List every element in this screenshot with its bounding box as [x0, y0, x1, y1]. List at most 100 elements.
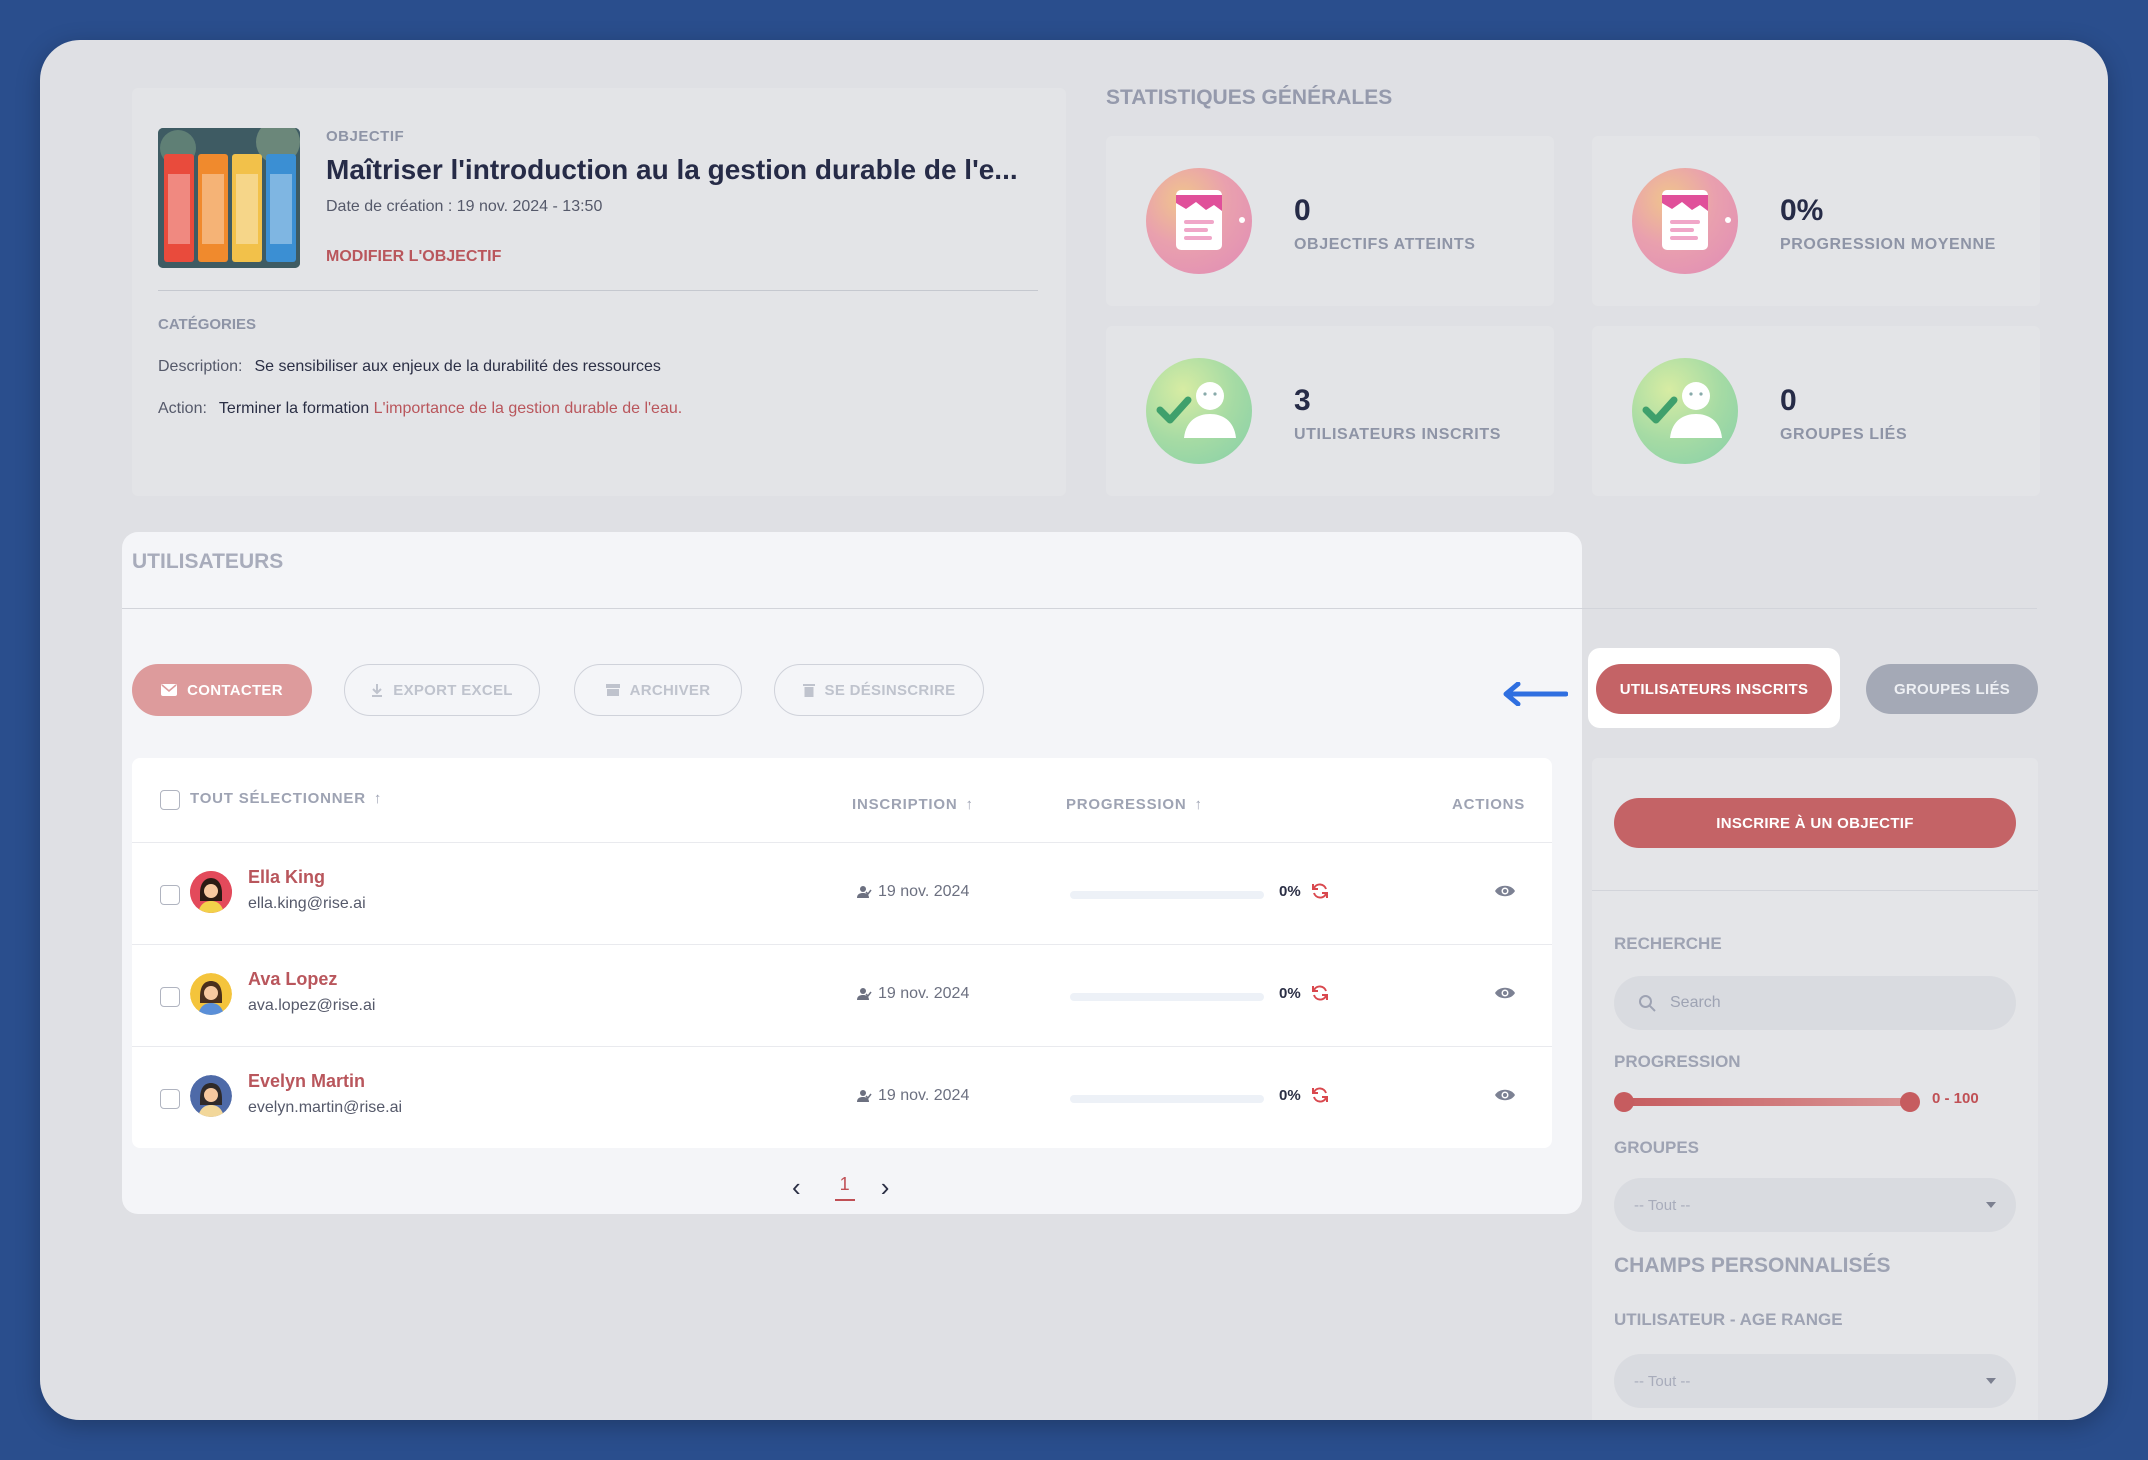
- refresh-icon[interactable]: [1310, 983, 1330, 1003]
- column-progression[interactable]: PROGRESSION ↑: [1066, 796, 1203, 813]
- user-check-icon: [1146, 358, 1252, 464]
- edit-objective-link[interactable]: MODIFIER L'OBJECTIF: [326, 248, 501, 266]
- tab-linked-groups[interactable]: GROUPES LIÉS: [1866, 664, 2038, 714]
- sort-arrow-icon: ↑: [965, 796, 974, 813]
- progression-filter-label: PROGRESSION: [1614, 1052, 1741, 1071]
- stats-title: STATISTIQUES GÉNÉRALES: [1106, 86, 1393, 109]
- unsubscribe-label: SE DÉSINSCRIRE: [824, 681, 956, 699]
- avatar: [190, 871, 232, 913]
- avatar: [190, 973, 232, 1015]
- unsubscribe-button[interactable]: SE DÉSINSCRIRE: [774, 664, 984, 716]
- trash-icon: [802, 684, 815, 697]
- filter-sidebar: INSCRIRE À UN OBJECTIF RECHERCHE Search …: [1592, 758, 2038, 1420]
- column-select-all[interactable]: TOUT SÉLECTIONNER ↑: [190, 790, 382, 807]
- tab-enrolled-users[interactable]: UTILISATEURS INSCRITS: [1596, 664, 1832, 714]
- user-email: ava.lopez@rise.ai: [248, 997, 376, 1014]
- table-row: Ella King ella.king@rise.ai 19 nov. 2024…: [132, 842, 1552, 944]
- action-label: Action:: [158, 400, 207, 417]
- column-inscription[interactable]: INSCRIPTION ↑: [852, 796, 974, 813]
- annotation-arrow-icon: [1503, 682, 1568, 706]
- column-inscription-label: INSCRIPTION: [852, 796, 958, 813]
- user-name-link[interactable]: Evelyn Martin: [248, 1071, 365, 1092]
- clipboard-icon: [1146, 168, 1252, 274]
- next-page-icon[interactable]: ›: [881, 1172, 890, 1203]
- column-progression-label: PROGRESSION: [1066, 796, 1187, 813]
- archive-icon: [605, 684, 620, 696]
- user-enroll-icon: [857, 886, 872, 898]
- row-checkbox[interactable]: [160, 1089, 180, 1109]
- objective-card: OBJECTIF Maîtriser l'introduction au la …: [132, 88, 1066, 496]
- user-check-icon: [1632, 358, 1738, 464]
- row-checkbox[interactable]: [160, 885, 180, 905]
- stat-value: 0: [1780, 384, 1797, 417]
- action-value: Terminer la formation: [218, 400, 370, 417]
- envelope-icon: [161, 684, 178, 696]
- groups-select[interactable]: -- Tout --: [1614, 1178, 2016, 1232]
- divider: [122, 608, 2037, 609]
- eye-icon[interactable]: [1494, 1087, 1516, 1103]
- clipboard-icon: [1632, 168, 1738, 274]
- stat-label: PROGRESSION MOYENNE: [1780, 236, 1996, 253]
- progress-bar: [1070, 993, 1264, 1001]
- progression-range-slider[interactable]: [1614, 1092, 1920, 1112]
- select-all-checkbox[interactable]: [160, 790, 180, 810]
- eye-icon[interactable]: [1494, 883, 1516, 899]
- sort-arrow-icon: ↑: [1194, 796, 1203, 813]
- age-range-select[interactable]: -- Tout --: [1614, 1354, 2016, 1408]
- export-label: EXPORT EXCEL: [393, 681, 513, 699]
- page-number-current[interactable]: 1: [834, 1174, 855, 1201]
- user-enroll-icon: [857, 1090, 872, 1102]
- stat-card-objectives-reached: 0 OBJECTIFS ATTEINTS: [1106, 136, 1554, 306]
- age-range-label: UTILISATEUR - AGE RANGE: [1614, 1310, 1843, 1329]
- search-label: RECHERCHE: [1614, 934, 1722, 953]
- description-label: Description:: [158, 358, 243, 375]
- custom-fields-title: CHAMPS PERSONNALISÉS: [1614, 1254, 1891, 1277]
- tab-linked-groups-label: GROUPES LIÉS: [1893, 680, 2011, 698]
- groups-filter-label: GROUPES: [1614, 1138, 1700, 1157]
- range-min-handle[interactable]: [1614, 1092, 1634, 1112]
- contact-button[interactable]: CONTACTER: [132, 664, 312, 716]
- tab-enrolled-users-label: UTILISATEURS INSCRITS: [1619, 680, 1809, 698]
- user-name-link[interactable]: Ella King: [248, 867, 325, 888]
- archive-button[interactable]: ARCHIVER: [574, 664, 742, 716]
- action-row: Action: Terminer la formation L'importanc…: [158, 400, 682, 418]
- categories-title: CATÉGORIES: [158, 316, 257, 333]
- objective-date: Date de création : 19 nov. 2024 - 13:50: [326, 198, 603, 215]
- stat-card-average-progress: 0% PROGRESSION MOYENNE: [1592, 136, 2040, 306]
- column-actions: ACTIONS: [1452, 796, 1525, 813]
- objective-title: Maîtriser l'introduction au la gestion d…: [326, 154, 1018, 185]
- action-course-link[interactable]: L'importance de la gestion durable de l'…: [374, 400, 683, 417]
- users-title: UTILISATEURS: [132, 550, 284, 573]
- inscription-date-text: 19 nov. 2024: [878, 883, 970, 900]
- eye-icon[interactable]: [1494, 985, 1516, 1001]
- enroll-objective-button[interactable]: INSCRIRE À UN OBJECTIF: [1614, 798, 2016, 848]
- divider: [158, 290, 1038, 291]
- search-placeholder: Search: [1670, 994, 1721, 1011]
- select-all-label: TOUT SÉLECTIONNER: [190, 790, 366, 807]
- user-email: ella.king@rise.ai: [248, 895, 366, 912]
- table-row: Evelyn Martin evelyn.martin@rise.ai 19 n…: [132, 1046, 1552, 1148]
- inscription-date: 19 nov. 2024: [856, 985, 969, 1003]
- refresh-icon[interactable]: [1310, 1085, 1330, 1105]
- prev-page-icon[interactable]: ‹: [792, 1172, 801, 1203]
- enroll-objective-label: INSCRIRE À UN OBJECTIF: [1716, 814, 1914, 832]
- avatar: [190, 1075, 232, 1117]
- search-input[interactable]: Search: [1614, 976, 2016, 1030]
- range-max-handle[interactable]: [1900, 1092, 1920, 1112]
- export-excel-button[interactable]: EXPORT EXCEL: [344, 664, 540, 716]
- archive-label: ARCHIVER: [629, 681, 711, 699]
- refresh-icon[interactable]: [1310, 881, 1330, 901]
- inscription-date-text: 19 nov. 2024: [878, 1087, 970, 1104]
- sort-arrow-icon: ↑: [373, 790, 383, 807]
- inscription-date: 19 nov. 2024: [856, 883, 969, 901]
- objective-eyebrow: OBJECTIF: [326, 128, 405, 145]
- user-name-link[interactable]: Ava Lopez: [248, 969, 337, 990]
- progress-bar: [1070, 891, 1264, 899]
- download-icon: [372, 684, 383, 697]
- column-actions-label: ACTIONS: [1452, 796, 1526, 813]
- progress-value: 0%: [1279, 985, 1301, 1002]
- stat-value: 0: [1294, 194, 1311, 227]
- progress-value: 0%: [1279, 1087, 1301, 1104]
- row-checkbox[interactable]: [160, 987, 180, 1007]
- user-email: evelyn.martin@rise.ai: [248, 1099, 403, 1116]
